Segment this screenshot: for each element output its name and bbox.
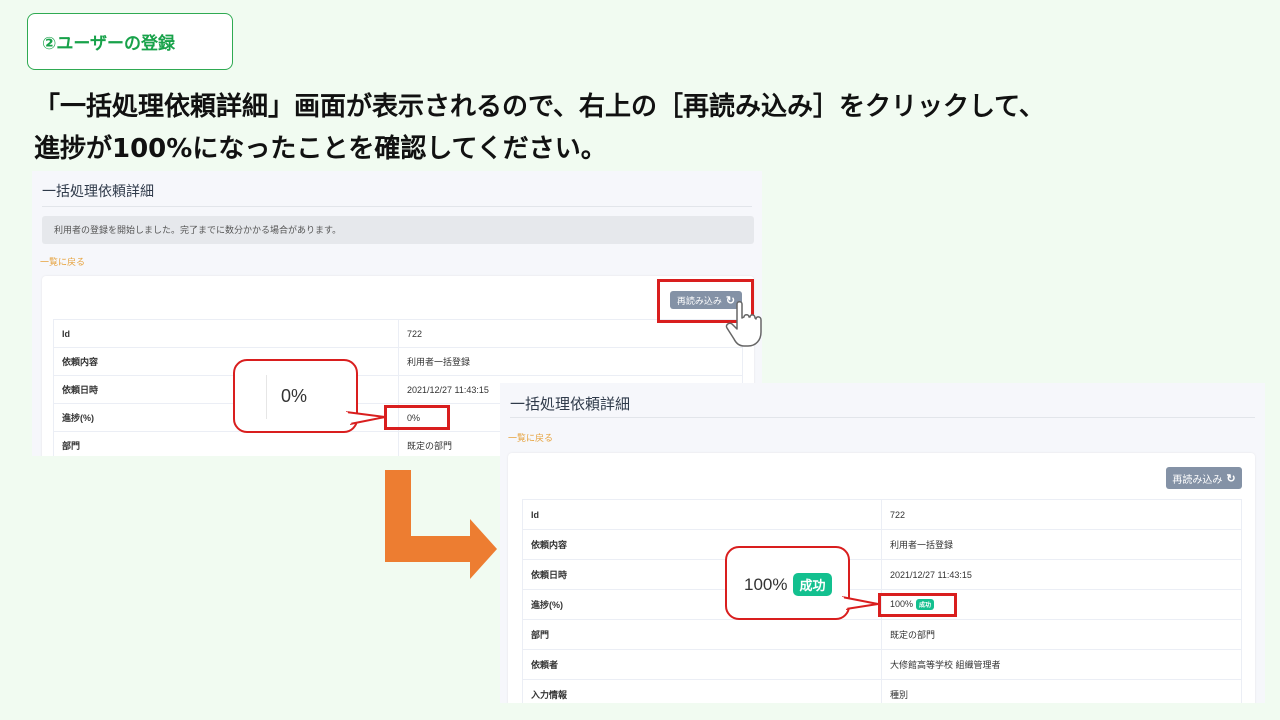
annotation-overlay: [344, 301, 879, 610]
callout-tail: [841, 596, 879, 610]
hand-pointer-icon: [725, 301, 762, 347]
callout-tail: [345, 411, 386, 425]
arrow-icon: [385, 470, 497, 579]
